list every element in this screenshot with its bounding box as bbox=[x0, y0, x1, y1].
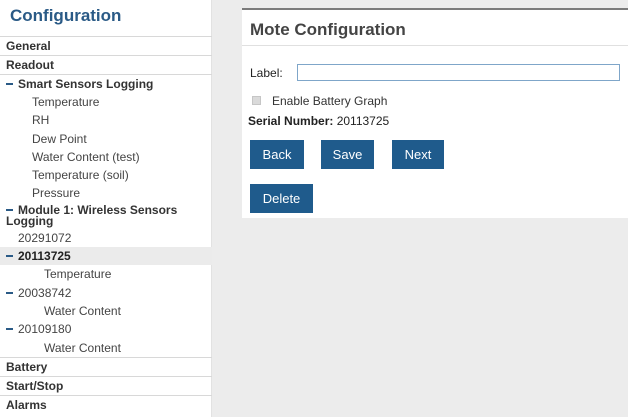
collapse-icon[interactable] bbox=[6, 82, 13, 85]
mote-configuration-panel: Mote Configuration Label: Enable Battery… bbox=[242, 8, 628, 218]
nav-mote-20291072[interactable]: 20291072 bbox=[0, 229, 212, 247]
nav-module-1[interactable]: Module 1: Wireless Sensors Logging bbox=[0, 203, 212, 229]
serial-number-value: 20113725 bbox=[336, 114, 390, 128]
collapse-icon[interactable] bbox=[6, 254, 13, 257]
nav-smart-sensors-logging[interactable]: Smart Sensors Logging bbox=[0, 74, 212, 93]
nav-temperature-soil[interactable]: Temperature (soil) bbox=[0, 166, 212, 184]
sidebar-title: Configuration bbox=[10, 6, 122, 25]
nav-module-1-label: Module 1: Wireless Sensors Logging bbox=[6, 202, 178, 228]
nav-mote-20109180-label: 20109180 bbox=[18, 322, 72, 337]
nav-start-stop[interactable]: Start/Stop bbox=[0, 375, 212, 395]
next-button[interactable]: Next bbox=[392, 140, 444, 169]
delete-button[interactable]: Delete bbox=[250, 184, 313, 213]
sidebar: Configuration General Readout Smart Sens… bbox=[0, 0, 212, 417]
sidebar-nav: General Readout Smart Sensors Logging Te… bbox=[0, 36, 212, 414]
collapse-icon[interactable] bbox=[6, 208, 13, 211]
battery-graph-checkbox[interactable] bbox=[252, 96, 261, 105]
label-field-label: Label: bbox=[250, 66, 283, 80]
save-button[interactable]: Save bbox=[321, 140, 374, 169]
nav-mote-20113725-label: 20113725 bbox=[18, 249, 71, 264]
nav-battery[interactable]: Battery bbox=[0, 356, 212, 376]
battery-graph-label: Enable Battery Graph bbox=[272, 94, 388, 108]
nav-pressure[interactable]: Pressure bbox=[0, 184, 212, 202]
back-button[interactable]: Back bbox=[250, 140, 304, 169]
nav-rh[interactable]: RH bbox=[0, 111, 212, 129]
nav-dew-point[interactable]: Dew Point bbox=[0, 130, 212, 148]
nav-general[interactable]: General bbox=[0, 36, 212, 55]
nav-temperature[interactable]: Temperature bbox=[0, 93, 212, 111]
nav-mote-20113725[interactable]: 20113725 bbox=[0, 247, 212, 266]
collapse-icon[interactable] bbox=[6, 328, 13, 331]
nav-mote-20038742-label: 20038742 bbox=[18, 285, 72, 300]
collapse-icon[interactable] bbox=[6, 291, 13, 294]
nav-mote-20113725-temperature[interactable]: Temperature bbox=[0, 265, 212, 283]
serial-number-label: Serial Number: bbox=[248, 114, 334, 128]
label-input[interactable] bbox=[297, 64, 620, 81]
nav-smart-sensors-logging-label: Smart Sensors Logging bbox=[18, 77, 154, 91]
page-title: Mote Configuration bbox=[250, 20, 406, 39]
nav-alarms[interactable]: Alarms bbox=[0, 394, 212, 414]
nav-mote-20038742-water-content[interactable]: Water Content bbox=[0, 302, 212, 320]
nav-water-content-test[interactable]: Water Content (test) bbox=[0, 148, 212, 166]
nav-mote-20038742[interactable]: 20038742 bbox=[0, 284, 212, 302]
nav-readout[interactable]: Readout bbox=[0, 55, 212, 74]
nav-mote-20109180-water-content[interactable]: Water Content bbox=[0, 339, 212, 357]
serial-number: Serial Number: 20113725 bbox=[248, 114, 389, 128]
nav-mote-20109180[interactable]: 20109180 bbox=[0, 320, 212, 338]
